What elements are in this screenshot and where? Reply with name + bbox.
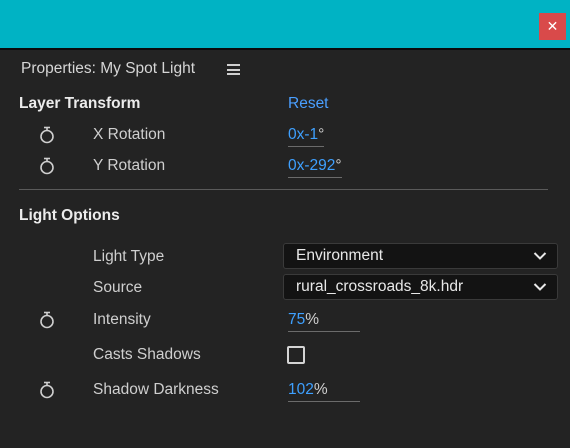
stopwatch-icon[interactable] bbox=[39, 126, 55, 144]
source-label: Source bbox=[93, 279, 143, 296]
y-rotation-value[interactable]: 0x-292° bbox=[288, 157, 342, 178]
intensity-label: Intensity bbox=[93, 311, 151, 328]
close-icon: ✕ bbox=[546, 18, 559, 35]
shadow-darkness-value[interactable]: 102% bbox=[288, 381, 360, 402]
stopwatch-icon[interactable] bbox=[39, 381, 55, 399]
section-divider bbox=[19, 189, 548, 190]
light-options-heading: Light Options bbox=[19, 207, 120, 224]
stopwatch-icon[interactable] bbox=[39, 311, 55, 329]
shadow-darkness-label: Shadow Darkness bbox=[93, 381, 219, 398]
x-rotation-value[interactable]: 0x-1° bbox=[288, 126, 325, 147]
stopwatch-icon[interactable] bbox=[39, 157, 55, 175]
intensity-value[interactable]: 75% bbox=[288, 311, 360, 332]
y-rotation-label: Y Rotation bbox=[93, 157, 166, 174]
layer-transform-heading: Layer Transform bbox=[19, 95, 141, 112]
hamburger-menu-icon[interactable] bbox=[227, 64, 240, 75]
chevron-down-icon bbox=[533, 283, 547, 291]
x-rotation-label: X Rotation bbox=[93, 126, 166, 143]
light-type-dropdown[interactable]: Environment bbox=[283, 243, 558, 269]
casts-shadows-label: Casts Shadows bbox=[93, 346, 201, 363]
properties-panel: Properties: My Spot Light Layer Transfor… bbox=[0, 48, 570, 448]
chevron-down-icon bbox=[533, 252, 547, 260]
reset-button[interactable]: Reset bbox=[288, 95, 329, 113]
light-type-label: Light Type bbox=[93, 248, 165, 265]
casts-shadows-checkbox[interactable] bbox=[287, 346, 305, 364]
source-dropdown[interactable]: rural_crossroads_8k.hdr bbox=[283, 274, 558, 300]
panel-title: Properties: My Spot Light bbox=[21, 60, 196, 77]
close-button[interactable]: ✕ bbox=[539, 13, 566, 40]
